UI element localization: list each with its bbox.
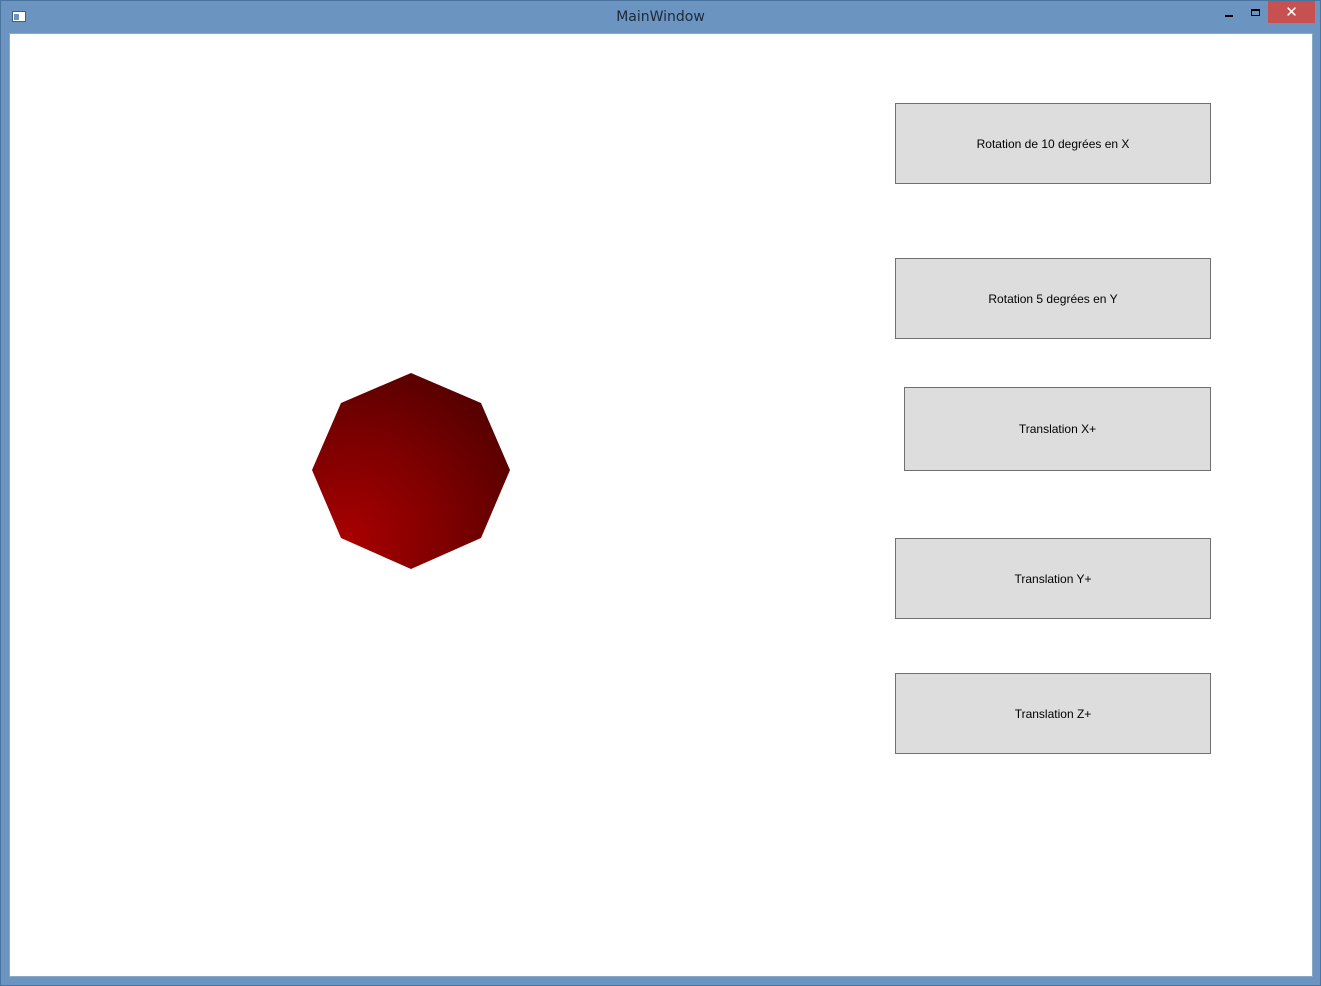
translate-x-button-label: Translation X+ bbox=[1018, 422, 1097, 436]
maximize-button[interactable] bbox=[1242, 1, 1268, 23]
rotate-x-button-label: Rotation de 10 degrées en X bbox=[976, 136, 1130, 151]
minimize-icon bbox=[1225, 15, 1233, 17]
rotate-y-button-label: Rotation 5 degrées en Y bbox=[988, 291, 1118, 306]
translate-z-button-label: Translation Z+ bbox=[1014, 706, 1092, 721]
translate-y-button-label: Translation Y+ bbox=[1014, 571, 1092, 586]
translate-x-button[interactable]: Translation X+ bbox=[904, 387, 1211, 471]
maximize-icon bbox=[1250, 8, 1260, 16]
rotate-x-button[interactable]: Rotation de 10 degrées en X bbox=[895, 103, 1211, 184]
close-button[interactable]: ✕ bbox=[1268, 1, 1315, 23]
title-bar[interactable]: MainWindow ✕ bbox=[1, 1, 1320, 33]
window-title: MainWindow bbox=[616, 9, 705, 25]
client-area: Rotation de 10 degrées en X Rotation 5 d… bbox=[9, 33, 1313, 977]
octagon-shape bbox=[312, 373, 510, 569]
translate-z-button[interactable]: Translation Z+ bbox=[895, 673, 1211, 754]
3d-viewport[interactable] bbox=[10, 34, 870, 976]
minimize-button[interactable] bbox=[1216, 1, 1242, 23]
rotate-y-button[interactable]: Rotation 5 degrées en Y bbox=[895, 258, 1211, 339]
translate-y-button[interactable]: Translation Y+ bbox=[895, 538, 1211, 619]
close-icon: ✕ bbox=[1285, 3, 1298, 21]
main-window: MainWindow ✕ Rotation de 10 degrées en X bbox=[0, 0, 1321, 986]
